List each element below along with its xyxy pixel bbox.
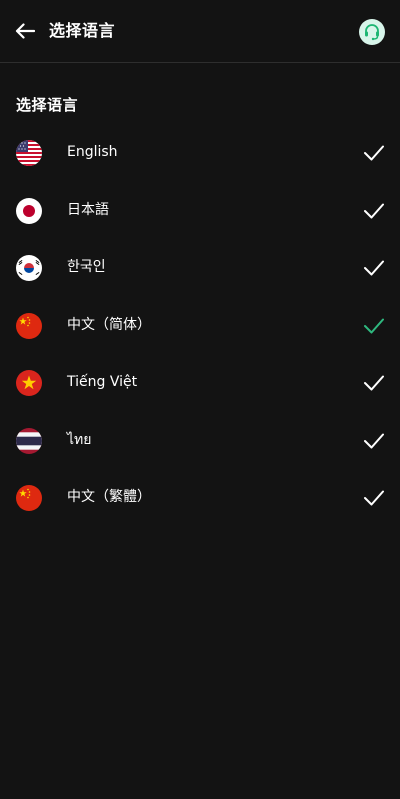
thailand-flag-icon	[16, 427, 42, 454]
top-bar: 选择语言	[0, 0, 400, 63]
check-icon	[363, 258, 385, 278]
language-option-japanese[interactable]: 日本語	[0, 182, 400, 240]
language-label: ไทย	[67, 431, 92, 448]
us-flag-icon	[16, 140, 42, 166]
language-option-korean[interactable]: 한국인	[0, 239, 400, 297]
language-list: English 日本語 한국인 中文（简体） Tiếng Việt ไทย 中文…	[0, 124, 400, 527]
korea-flag-icon	[16, 255, 42, 281]
check-icon	[363, 488, 385, 508]
check-icon-selected	[363, 316, 385, 336]
language-label: English	[67, 144, 118, 160]
customer-support-button[interactable]	[359, 19, 385, 45]
check-icon	[363, 373, 385, 393]
back-arrow-icon[interactable]	[12, 18, 38, 44]
headset-icon	[359, 19, 385, 45]
section-title: 选择语言	[16, 96, 79, 114]
language-option-simplified-chinese[interactable]: 中文（简体）	[0, 297, 400, 355]
language-label: 中文（简体）	[67, 316, 151, 333]
japan-flag-icon	[16, 197, 42, 224]
language-label: 中文（繁體）	[67, 489, 151, 505]
check-icon	[363, 431, 385, 451]
page-title: 选择语言	[49, 21, 116, 40]
vietnam-flag-icon	[16, 370, 42, 396]
language-label: Tiếng Việt	[67, 374, 138, 390]
language-option-vietnamese[interactable]: Tiếng Việt	[0, 354, 400, 412]
china-flag-icon	[16, 312, 42, 339]
china-flag-icon	[16, 485, 42, 511]
language-option-english[interactable]: English	[0, 124, 400, 182]
language-label: 한국인	[67, 259, 106, 275]
check-icon	[363, 201, 385, 221]
language-option-traditional-chinese[interactable]: 中文（繁體）	[0, 469, 400, 527]
language-option-thai[interactable]: ไทย	[0, 412, 400, 470]
language-label: 日本語	[67, 201, 109, 218]
check-icon	[363, 143, 385, 163]
